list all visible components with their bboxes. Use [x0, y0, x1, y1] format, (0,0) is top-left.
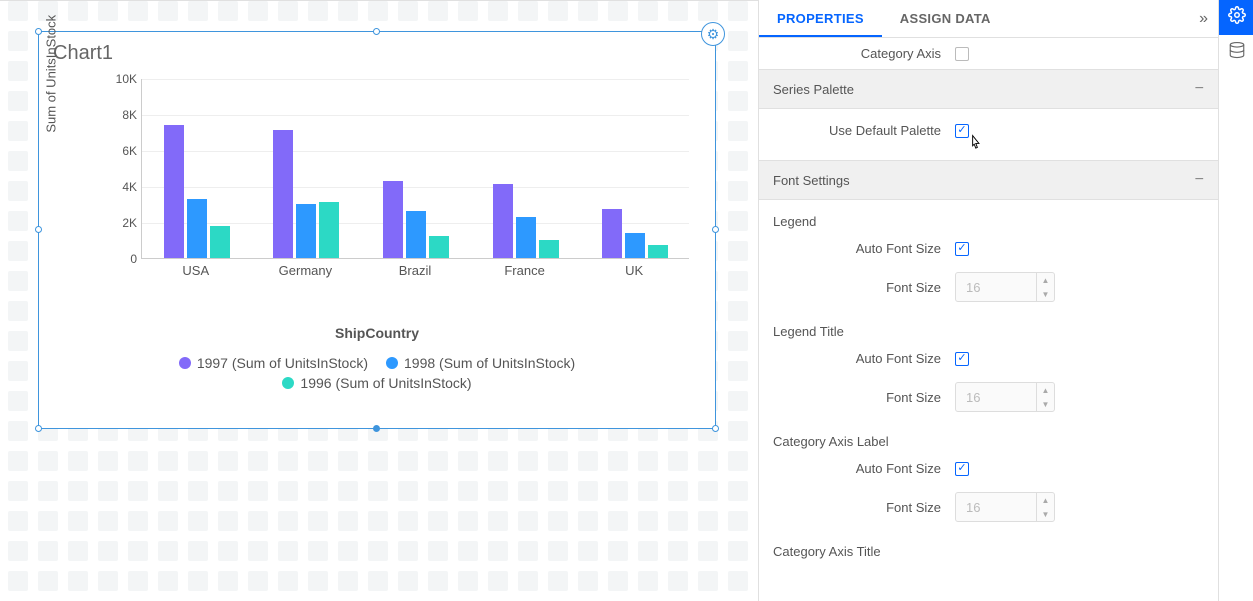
legend-title-font-size-value: 16 [956, 390, 1036, 405]
font-settings-header[interactable]: Font Settings − [759, 160, 1218, 200]
cat-axis-label-auto-font-row: Auto Font Size [759, 453, 1218, 484]
use-default-palette-row: Use Default Palette [759, 109, 1218, 160]
legend-label: 1996 (Sum of UnitsInStock) [300, 375, 471, 391]
y-axis-label: Sum of UnitsInStock [44, 15, 59, 133]
legend-title-font-size-label: Font Size [773, 390, 955, 405]
properties-panel: PROPERTIES ASSIGN DATA » Category Axis S… [758, 0, 1218, 601]
legend-auto-font-checkbox[interactable] [955, 242, 969, 256]
legend-font-size-value: 16 [956, 280, 1036, 295]
panel-tabs: PROPERTIES ASSIGN DATA » [759, 0, 1218, 38]
minus-icon: − [1195, 80, 1204, 98]
chart-legend: 1997 (Sum of UnitsInStock) 1998 (Sum of U… [79, 355, 675, 391]
font-settings-title: Font Settings [773, 173, 850, 188]
legend-item[interactable]: 1998 (Sum of UnitsInStock) [386, 355, 575, 371]
data-rail-button[interactable] [1219, 35, 1253, 70]
resize-handle[interactable] [373, 28, 380, 35]
tab-assign-data[interactable]: ASSIGN DATA [882, 0, 1009, 37]
gear-icon [1228, 6, 1246, 29]
legend-title-auto-font-checkbox[interactable] [955, 352, 969, 366]
legend-title-font-size-row: Font Size 16 ▲▼ [759, 374, 1218, 420]
chart-widget[interactable]: ⚙ Chart1 Sum of UnitsInStock 02K4K6K8K10… [38, 31, 716, 429]
legend-label: 1998 (Sum of UnitsInStock) [404, 355, 575, 371]
resize-handle[interactable] [712, 425, 719, 432]
database-icon [1228, 41, 1246, 64]
legend-font-size-label: Font Size [773, 280, 955, 295]
legend-heading: Legend [759, 200, 1218, 233]
legend-auto-font-label: Auto Font Size [773, 241, 955, 256]
chart-plot: Sum of UnitsInStock 02K4K6K8K10K USAGerm… [59, 79, 699, 289]
spinner[interactable]: ▲▼ [1036, 383, 1054, 411]
resize-handle[interactable] [35, 28, 42, 35]
resize-handle[interactable] [712, 226, 719, 233]
x-axis-categories: USAGermanyBrazilFranceUK [141, 263, 689, 278]
widget-settings-button[interactable]: ⚙ [701, 22, 725, 46]
category-axis-row: Category Axis [759, 38, 1218, 69]
cat-axis-label-auto-font-label: Auto Font Size [773, 461, 955, 476]
legend-title-auto-font-row: Auto Font Size [759, 343, 1218, 374]
legend-font-size-row: Font Size 16 ▲▼ [759, 264, 1218, 310]
resize-handle[interactable] [373, 425, 380, 432]
panel-collapse-button[interactable]: » [1199, 10, 1208, 28]
legend-title-auto-font-label: Auto Font Size [773, 351, 955, 366]
category-axis-label: Category Axis [773, 46, 955, 61]
use-default-palette-label: Use Default Palette [773, 123, 955, 138]
series-palette-title: Series Palette [773, 82, 854, 97]
cat-axis-label-font-size-input[interactable]: 16 ▲▼ [955, 492, 1055, 522]
spinner[interactable]: ▲▼ [1036, 273, 1054, 301]
legend-font-size-input[interactable]: 16 ▲▼ [955, 272, 1055, 302]
cat-axis-label-font-size-value: 16 [956, 500, 1036, 515]
cat-axis-label-heading: Category Axis Label [759, 420, 1218, 453]
series-palette-header[interactable]: Series Palette − [759, 69, 1218, 109]
legend-title-heading: Legend Title [759, 310, 1218, 343]
legend-swatch [282, 377, 294, 389]
category-axis-checkbox[interactable] [955, 47, 969, 61]
legend-auto-font-row: Auto Font Size [759, 233, 1218, 264]
properties-rail-button[interactable] [1219, 0, 1253, 35]
design-canvas[interactable]: ⚙ Chart1 Sum of UnitsInStock 02K4K6K8K10… [0, 0, 758, 601]
cat-axis-label-font-size-row: Font Size 16 ▲▼ [759, 484, 1218, 530]
resize-handle[interactable] [35, 226, 42, 233]
y-axis-ticks: 02K4K6K8K10K [97, 79, 137, 259]
legend-item[interactable]: 1996 (Sum of UnitsInStock) [282, 375, 471, 391]
use-default-palette-checkbox[interactable] [955, 124, 969, 138]
x-axis-label: ShipCountry [39, 325, 715, 341]
cat-axis-label-auto-font-checkbox[interactable] [955, 462, 969, 476]
cat-axis-title-heading: Category Axis Title [759, 530, 1218, 563]
chevron-right-double-icon: » [1199, 10, 1208, 27]
chart-title: Chart1 [39, 32, 715, 69]
minus-icon: − [1195, 171, 1204, 189]
legend-swatch [179, 357, 191, 369]
cat-axis-label-font-size-label: Font Size [773, 500, 955, 515]
resize-handle[interactable] [35, 425, 42, 432]
spinner[interactable]: ▲▼ [1036, 493, 1054, 521]
legend-title-font-size-input[interactable]: 16 ▲▼ [955, 382, 1055, 412]
right-tool-rail [1218, 0, 1253, 601]
plot-area [141, 79, 689, 259]
legend-item[interactable]: 1997 (Sum of UnitsInStock) [179, 355, 368, 371]
tab-properties[interactable]: PROPERTIES [759, 0, 882, 37]
legend-swatch [386, 357, 398, 369]
gear-icon: ⚙ [707, 26, 720, 43]
legend-label: 1997 (Sum of UnitsInStock) [197, 355, 368, 371]
